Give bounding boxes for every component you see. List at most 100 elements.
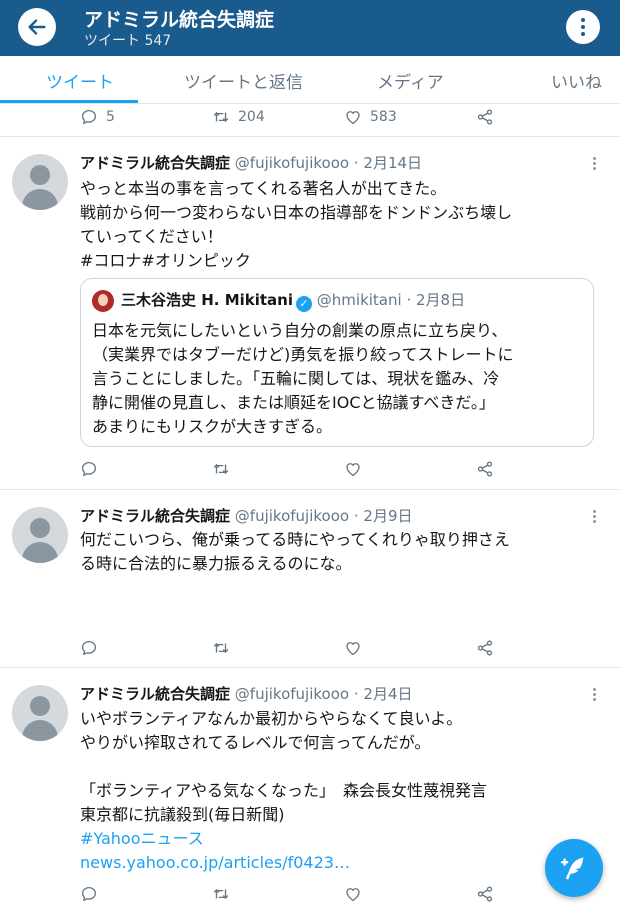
tweet[interactable]: アドミラル統合失調症 @fujikofujikooo · 2月9日 何だこいつら… <box>0 490 620 668</box>
reply-count: 5 <box>106 109 115 125</box>
like-icon <box>344 885 362 903</box>
tweet-text-line: やっと本当の事を言ってくれる著名人が出てきた。 <box>80 179 447 198</box>
tweet-text-line: る時に合法的に暴力振るえるのにな。 <box>80 554 352 573</box>
tweet-text-line: いやボランティアなんか最初からやらなくて良いよ。 <box>80 709 463 728</box>
like-icon <box>344 460 362 478</box>
compose-tweet-button[interactable] <box>545 839 603 897</box>
back-arrow-icon <box>28 19 46 35</box>
back-button[interactable] <box>18 8 56 46</box>
tweet-menu-icon[interactable] <box>593 157 597 170</box>
tweet-text-line: 東京都に抗議殺到(毎日新聞) <box>80 805 285 824</box>
avatar[interactable] <box>12 685 68 741</box>
article-link[interactable]: news.yahoo.co.jp/articles/f0423… <box>80 851 590 875</box>
share-icon <box>476 460 494 478</box>
quoted-text-line: 静に開催の見直し、または順延をIOCと協議すべきだ。」 <box>92 393 495 412</box>
author-handle: @fujikofujikooo <box>234 507 350 525</box>
reply-icon <box>80 460 98 478</box>
profile-title: アドミラル統合失調症 <box>84 9 275 31</box>
retweet-icon <box>212 885 230 903</box>
reply-icon <box>80 639 98 657</box>
like-icon <box>344 108 362 126</box>
tweet-text: やっと本当の事を言ってくれる著名人が出てきた。 戦前から何一つ変わらない日本の指… <box>80 177 590 273</box>
reply-button[interactable] <box>80 636 98 660</box>
reply-icon <box>80 885 98 903</box>
quoted-avatar <box>92 290 114 312</box>
separator-dot: · <box>353 154 359 172</box>
tweet-text-line: やりがい搾取されてるレベルで何言ってんだが。 <box>80 733 431 752</box>
active-tab-indicator <box>0 100 138 103</box>
tweet-header: アドミラル統合失調症 @fujikofujikooo · 2月4日 <box>80 683 413 704</box>
quoted-text-line: （実業界ではタブーだけど)勇気を振り絞ってストレートに <box>92 345 514 364</box>
tweet[interactable]: アドミラル統合失調症 @fujikofujikooo · 2月4日 いやボランテ… <box>0 668 620 918</box>
retweet-icon <box>212 460 230 478</box>
tweet-text-line: 何だこいつら、俺が乗ってる時にやってくれりゃ取り押さえ <box>80 530 510 549</box>
retweet-icon <box>212 108 230 126</box>
share-button[interactable] <box>476 105 494 129</box>
tweet[interactable]: アドミラル統合失調症 @fujikofujikooo · 2月14日 やっと本当… <box>0 137 620 490</box>
share-icon <box>476 885 494 903</box>
tweet-date[interactable]: 2月14日 <box>363 154 422 172</box>
tweet-count: ツイート 547 <box>84 33 172 49</box>
author-handle: @fujikofujikooo <box>234 685 350 703</box>
profile-tabs: ツイート ツイートと返信 メディア いいね <box>0 56 620 104</box>
reply-button[interactable]: 5 <box>80 105 115 129</box>
previous-tweet: 5 204 583 <box>0 104 620 137</box>
retweet-button[interactable] <box>212 457 230 481</box>
author-name[interactable]: アドミラル統合失調症 <box>80 507 230 525</box>
author-name[interactable]: アドミラル統合失調症 <box>80 154 230 172</box>
avatar[interactable] <box>12 154 68 210</box>
quoted-text-line: 言うことにしました。「五輪に関しては、現状を鑑み、冷 <box>92 369 500 388</box>
like-button[interactable]: 583 <box>344 105 397 129</box>
author-name[interactable]: アドミラル統合失調症 <box>80 685 230 703</box>
avatar[interactable] <box>12 507 68 563</box>
quoted-tweet-header: 三木谷浩史 H. Mikitani ✓ @hmikitani · 2月8日 <box>121 289 465 312</box>
tweet-text-line: ていってください！ <box>80 227 223 246</box>
retweet-count: 204 <box>238 109 265 125</box>
share-icon <box>476 108 494 126</box>
tab-likes[interactable]: いいね <box>551 68 602 93</box>
profile-header: アドミラル統合失調症 ツイート 547 <box>0 0 620 56</box>
quoted-tweet[interactable]: 三木谷浩史 H. Mikitani ✓ @hmikitani · 2月8日 日本を… <box>80 278 594 447</box>
tab-media[interactable]: メディア <box>377 68 444 93</box>
like-button[interactable] <box>344 882 362 906</box>
author-handle: @fujikofujikooo <box>234 154 350 172</box>
retweet-button[interactable] <box>212 636 230 660</box>
like-button[interactable] <box>344 636 362 660</box>
quoted-author-name: 三木谷浩史 H. Mikitani <box>121 291 293 309</box>
tab-tweets-and-replies[interactable]: ツイートと返信 <box>184 68 303 93</box>
tweet-menu-icon[interactable] <box>593 510 597 523</box>
tweet-date[interactable]: 2月9日 <box>363 507 412 525</box>
share-icon <box>476 639 494 657</box>
reply-icon <box>80 108 98 126</box>
separator-dot: · <box>353 685 359 703</box>
tweet-header: アドミラル統合失調症 @fujikofujikooo · 2月14日 <box>80 152 422 173</box>
tweet-header: アドミラル統合失調症 @fujikofujikooo · 2月9日 <box>80 505 413 526</box>
retweet-icon <box>212 639 230 657</box>
tweet-text: 何だこいつら、俺が乗ってる時にやってくれりゃ取り押さえ る時に合法的に暴力振るえ… <box>80 528 590 576</box>
like-icon <box>344 639 362 657</box>
tweet-text: いやボランティアなんか最初からやらなくて良いよ。 やりがい搾取されてるレベルで何… <box>80 707 590 875</box>
more-options-button[interactable] <box>566 10 600 44</box>
quoted-tweet-date: 2月8日 <box>416 291 466 309</box>
quoted-text-line: 日本を元気にしたいという自分の創業の原点に立ち戻り、 <box>92 321 508 340</box>
quoted-author-handle: @hmikitani <box>316 291 402 309</box>
retweet-button[interactable]: 204 <box>212 105 265 129</box>
reply-button[interactable] <box>80 457 98 481</box>
share-button[interactable] <box>476 457 494 481</box>
quoted-text-line: あまりにもリスクが大きすぎる。 <box>92 417 333 436</box>
share-button[interactable] <box>476 636 494 660</box>
tweet-menu-icon[interactable] <box>593 688 597 701</box>
like-button[interactable] <box>344 457 362 481</box>
retweet-button[interactable] <box>212 882 230 906</box>
reply-button[interactable] <box>80 882 98 906</box>
tweet-text-line: 戦前から何一つ変わらない日本の指導部をドンドンぶち壊し <box>80 203 513 222</box>
hashtag-link[interactable]: #Yahooニュース <box>80 827 590 851</box>
tweet-date[interactable]: 2月4日 <box>363 685 412 703</box>
tweet-text-blank <box>80 755 590 779</box>
tweet-hashtags[interactable]: #コロナ#オリンピック <box>80 249 590 273</box>
verified-icon: ✓ <box>296 296 312 312</box>
like-count: 583 <box>370 109 397 125</box>
tab-tweets[interactable]: ツイート <box>46 68 114 93</box>
share-button[interactable] <box>476 882 494 906</box>
separator-dot: · <box>406 291 412 309</box>
